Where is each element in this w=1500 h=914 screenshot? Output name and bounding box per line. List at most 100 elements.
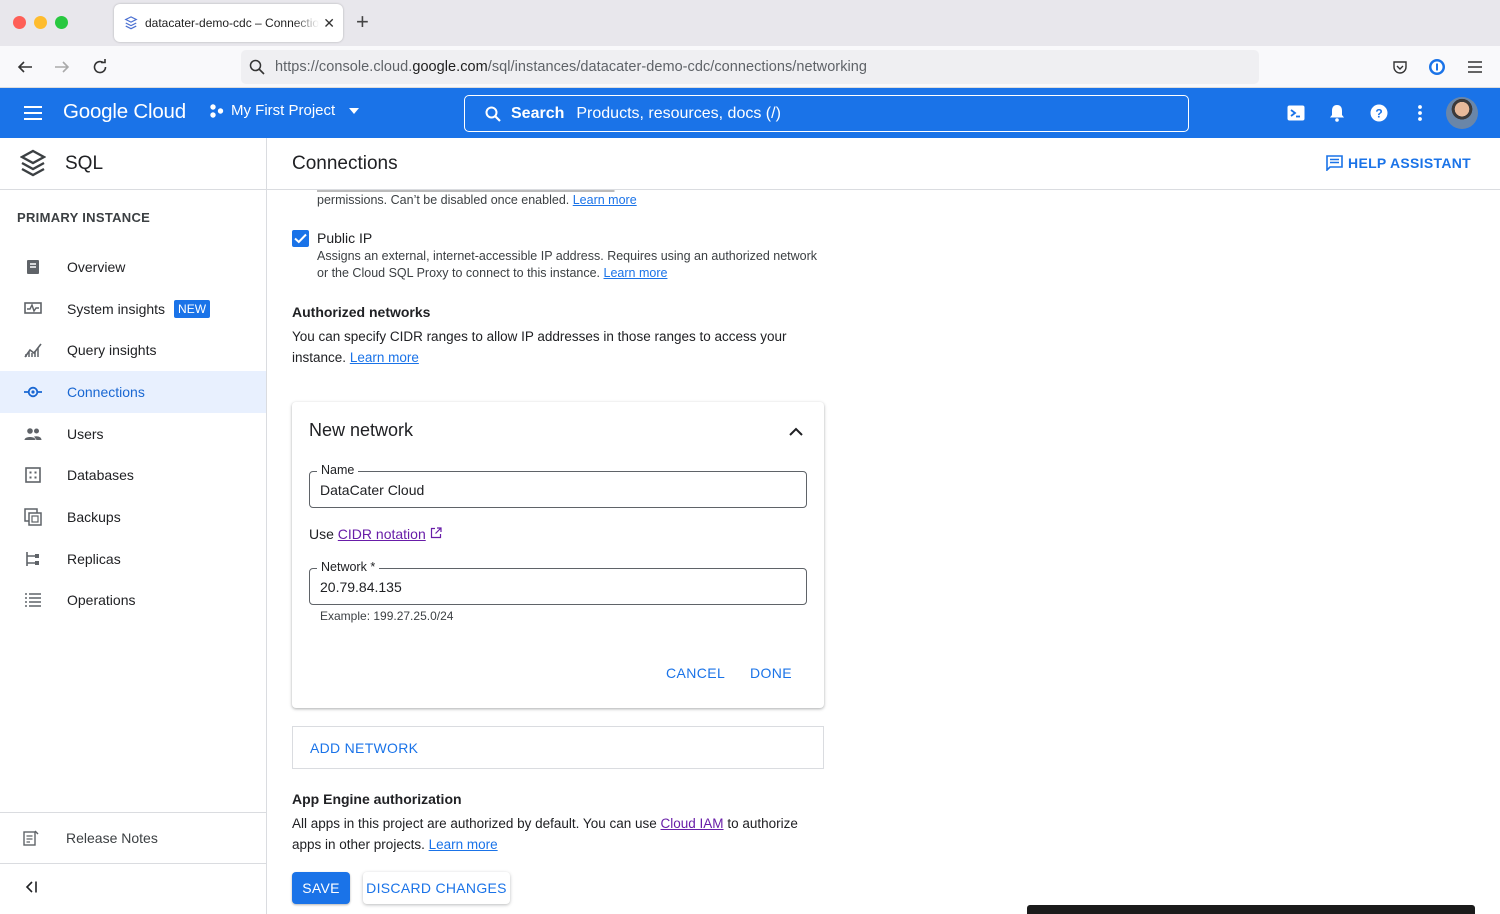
done-button[interactable]: DONE <box>750 665 792 681</box>
project-picker[interactable]: My First Project <box>209 102 361 119</box>
sql-product-icon <box>20 149 46 176</box>
page-header: Connections HELP ASSISTANT <box>267 138 1500 190</box>
backups-icon <box>23 507 43 527</box>
learn-more-link[interactable]: Learn more <box>573 193 637 207</box>
search-icon <box>249 59 265 75</box>
checkmark-icon <box>294 233 307 244</box>
network-example-hint: Example: 199.27.25.0/24 <box>320 609 454 623</box>
browser-menu-icon[interactable] <box>1464 56 1486 78</box>
authorized-networks-heading: Authorized networks <box>292 304 431 320</box>
password-manager-icon[interactable] <box>1426 56 1448 78</box>
cloud-iam-link[interactable]: Cloud IAM <box>661 816 724 831</box>
cloud-shell-icon[interactable] <box>1285 102 1307 124</box>
page-title: Connections <box>292 153 398 174</box>
search-label: Search <box>511 104 565 122</box>
reload-icon[interactable] <box>89 56 111 78</box>
new-network-title: New network <box>309 420 414 440</box>
users-icon <box>23 424 43 444</box>
learn-more-link[interactable]: Learn more <box>429 837 498 852</box>
chevron-up-icon[interactable] <box>786 422 806 442</box>
search-placeholder: Products, resources, docs (/) <box>576 104 781 122</box>
product-header: SQL <box>0 138 266 190</box>
field-label: Network * <box>317 560 380 574</box>
sidebar-item-system-insights[interactable]: System insights NEW <box>0 288 266 330</box>
app-engine-heading: App Engine authorization <box>292 791 462 807</box>
sidebar-item-operations[interactable]: Operations <box>0 580 266 622</box>
save-button[interactable]: SAVE <box>292 872 350 904</box>
release-notes-link[interactable]: Release Notes <box>0 812 266 864</box>
cloud-sql-favicon-icon <box>124 16 138 30</box>
monitor-icon <box>23 299 43 319</box>
private-ip-description: permissions. Can’t be disabled once enab… <box>317 193 637 207</box>
connections-icon <box>23 382 43 402</box>
public-ip-checkbox[interactable] <box>292 230 309 247</box>
avatar[interactable] <box>1446 97 1478 129</box>
close-tab-icon[interactable]: ✕ <box>323 15 335 32</box>
overview-icon <box>23 257 43 277</box>
sidebar-item-replicas[interactable]: Replicas <box>0 538 266 580</box>
learn-more-link[interactable]: Learn more <box>604 266 668 280</box>
search-bar[interactable]: Search Products, resources, docs (/) <box>464 95 1189 132</box>
new-badge: NEW <box>174 299 211 318</box>
network-cidr-field[interactable]: Network * 20.79.84.135 <box>309 560 807 605</box>
external-link-icon <box>430 527 442 539</box>
public-ip-description: Assigns an external, internet-accessible… <box>317 249 818 280</box>
collapse-sidebar-icon[interactable] <box>24 880 38 896</box>
url-text: https://console.cloud.google.com/sql/ins… <box>275 59 867 75</box>
query-insights-icon <box>23 340 43 360</box>
close-window-button[interactable] <box>13 16 26 29</box>
sidebar-item-query-insights[interactable]: Query insights <box>0 329 266 371</box>
help-assistant-button[interactable]: HELP ASSISTANT <box>1326 155 1471 171</box>
address-bar[interactable]: https://console.cloud.google.com/sql/ins… <box>241 50 1259 84</box>
field-value: 20.79.84.135 <box>320 579 402 595</box>
authorized-networks-description: You can specify CIDR ranges to allow IP … <box>292 329 787 365</box>
chat-icon <box>1326 155 1343 171</box>
back-icon[interactable] <box>14 56 36 78</box>
tab-title: datacater-demo-cdc – Connections <box>145 16 320 30</box>
chevron-down-icon <box>349 107 360 114</box>
cidr-hint: Use CIDR notation <box>309 526 442 542</box>
sidebar-item-overview[interactable]: Overview <box>0 246 266 288</box>
product-name: SQL <box>65 152 104 174</box>
network-name-field[interactable]: Name DataCater Cloud <box>309 463 807 508</box>
window-controls <box>13 16 68 29</box>
release-notes-icon <box>23 830 39 846</box>
search-icon <box>485 106 501 122</box>
minimize-window-button[interactable] <box>34 16 47 29</box>
hamburger-menu-icon[interactable] <box>22 102 44 124</box>
add-network-button[interactable]: ADD NETWORK <box>292 726 824 769</box>
replicas-icon <box>23 549 43 569</box>
section-heading: PRIMARY INSTANCE <box>17 210 151 225</box>
notifications-icon[interactable] <box>1326 102 1348 124</box>
sidebar-item-backups[interactable]: Backups <box>0 496 266 538</box>
cidr-notation-link[interactable]: CIDR notation <box>338 526 426 542</box>
field-value: DataCater Cloud <box>320 482 425 498</box>
field-label: Name <box>317 463 359 477</box>
new-network-card: New network Name DataCater Cloud Use CID… <box>292 402 824 708</box>
new-tab-icon[interactable]: + <box>356 11 369 33</box>
operations-icon <box>23 590 43 610</box>
svg-text:?: ? <box>1375 107 1382 121</box>
sidebar-item-users[interactable]: Users <box>0 413 266 455</box>
learn-more-link[interactable]: Learn more <box>350 350 419 365</box>
forward-icon[interactable] <box>51 56 73 78</box>
snackbar <box>1027 905 1475 914</box>
help-icon[interactable]: ? <box>1368 102 1390 124</box>
main-content: ▬▬▬▬▬▬▬▬▬▬▬▬▬▬▬▬▬▬▬▬▬▬▬▬▬▬▬▬▬▬▬ permissi… <box>267 190 1500 914</box>
maximize-window-button[interactable] <box>55 16 68 29</box>
browser-tab[interactable]: datacater-demo-cdc – Connections ✕ <box>114 4 343 42</box>
more-options-icon[interactable] <box>1409 102 1431 124</box>
gcp-header: Google Cloud My First Project Search Pro… <box>0 88 1500 138</box>
discard-changes-button[interactable]: DISCARD CHANGES <box>363 872 510 904</box>
cancel-button[interactable]: CANCEL <box>666 665 725 681</box>
sidebar: SQL PRIMARY INSTANCE Overview System ins… <box>0 138 267 914</box>
project-name: My First Project <box>231 102 336 119</box>
browser-tab-bar: datacater-demo-cdc – Connections ✕ + <box>0 0 1500 46</box>
sidebar-item-databases[interactable]: Databases <box>0 454 266 496</box>
databases-icon <box>23 465 43 485</box>
app-engine-description: All apps in this project are authorized … <box>292 816 798 852</box>
project-icon <box>210 103 224 118</box>
pocket-icon[interactable] <box>1389 56 1411 78</box>
sidebar-item-connections[interactable]: Connections <box>0 371 266 413</box>
google-cloud-logo[interactable]: Google Cloud <box>63 100 186 124</box>
